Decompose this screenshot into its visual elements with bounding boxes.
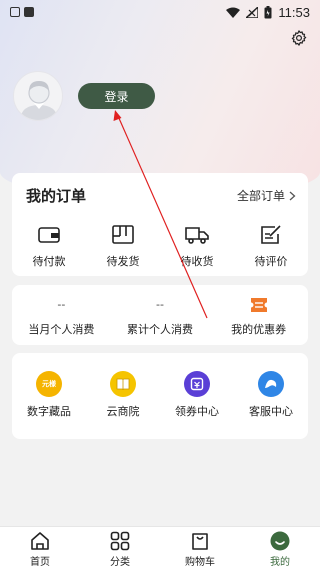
- monthly-spending-label: 当月个人消费: [28, 324, 95, 336]
- status-time: 11:53: [278, 4, 310, 20]
- order-pending-receipt[interactable]: 待收货: [160, 223, 234, 269]
- orders-card: 我的订单 全部订单 待付款 待发货 待收货 待评价: [12, 173, 308, 276]
- order-status-label: 待付款: [32, 256, 66, 268]
- order-pending-payment[interactable]: 待付款: [12, 223, 86, 269]
- login-button[interactable]: 登录: [78, 83, 155, 109]
- tab-category[interactable]: 分类: [80, 527, 160, 568]
- order-status-label: 待发货: [106, 256, 140, 268]
- cart-icon: [192, 533, 208, 550]
- service-customer-support[interactable]: 客服中心: [234, 371, 308, 419]
- digital-collection-badge: 元様: [42, 380, 56, 388]
- service-label: 数字藏品: [27, 406, 71, 418]
- signal-icon: [246, 6, 259, 18]
- default-avatar-icon: [20, 81, 58, 120]
- profile-icon: [270, 531, 290, 551]
- tab-label: 购物车: [185, 557, 215, 568]
- digital-collection-icon: 元様: [36, 371, 62, 397]
- wifi-icon: [226, 7, 241, 18]
- service-label: 云商院: [106, 406, 140, 418]
- ticket-icon: [184, 371, 210, 397]
- order-status-label: 待收货: [180, 256, 214, 268]
- service-coupon-center[interactable]: 领券中心: [160, 371, 234, 419]
- status-bar: 11:53: [0, 0, 320, 24]
- tab-bar: 首页 分类 购物车 我的: [0, 526, 320, 568]
- support-icon: [258, 371, 284, 397]
- total-spending-value: --: [156, 298, 164, 311]
- service-label: 客服中心: [249, 406, 293, 418]
- coupon-icon: [250, 298, 267, 312]
- service-cloud-academy[interactable]: 云商院: [86, 371, 160, 419]
- services-card: 元様 数字藏品 云商院 领券中心 客服中心: [12, 353, 308, 439]
- all-orders-link[interactable]: 全部订单: [237, 187, 296, 204]
- my-coupons[interactable]: 我的优惠券: [209, 295, 308, 337]
- truck-icon: [185, 227, 209, 244]
- my-coupons-label: 我的优惠券: [231, 324, 287, 336]
- tab-label: 我的: [270, 557, 290, 568]
- orders-title: 我的订单: [26, 187, 87, 205]
- monthly-spending-value: --: [57, 298, 66, 311]
- monthly-spending[interactable]: -- 当月个人消费: [12, 295, 111, 337]
- app-icon: [24, 7, 34, 17]
- chevron-right-icon: [289, 191, 296, 200]
- book-icon: [110, 371, 136, 397]
- package-icon: [112, 225, 134, 244]
- review-icon: [261, 225, 281, 244]
- order-pending-review[interactable]: 待评价: [234, 223, 308, 269]
- total-spending-label: 累计个人消费: [127, 324, 193, 336]
- battery-icon: [264, 5, 272, 18]
- tab-label: 首页: [30, 557, 50, 568]
- all-orders-label: 全部订单: [236, 189, 285, 203]
- tab-label: 分类: [110, 557, 130, 568]
- tab-profile[interactable]: 我的: [240, 527, 320, 568]
- category-icon: [110, 531, 130, 551]
- tab-home[interactable]: 首页: [0, 527, 80, 568]
- service-digital-collection[interactable]: 元様 数字藏品: [12, 371, 86, 419]
- wallet-icon: [38, 227, 60, 243]
- order-status-label: 待评价: [254, 256, 288, 268]
- stats-card: -- 当月个人消费 -- 累计个人消费 我的优惠券: [12, 285, 308, 345]
- total-spending[interactable]: -- 累计个人消费: [111, 295, 210, 337]
- tab-cart[interactable]: 购物车: [160, 527, 240, 568]
- gear-icon[interactable]: [290, 29, 308, 47]
- home-icon: [31, 532, 49, 550]
- service-label: 领券中心: [175, 406, 219, 418]
- notification-icon: [10, 7, 20, 17]
- order-pending-shipment[interactable]: 待发货: [86, 223, 160, 269]
- avatar[interactable]: [13, 71, 63, 121]
